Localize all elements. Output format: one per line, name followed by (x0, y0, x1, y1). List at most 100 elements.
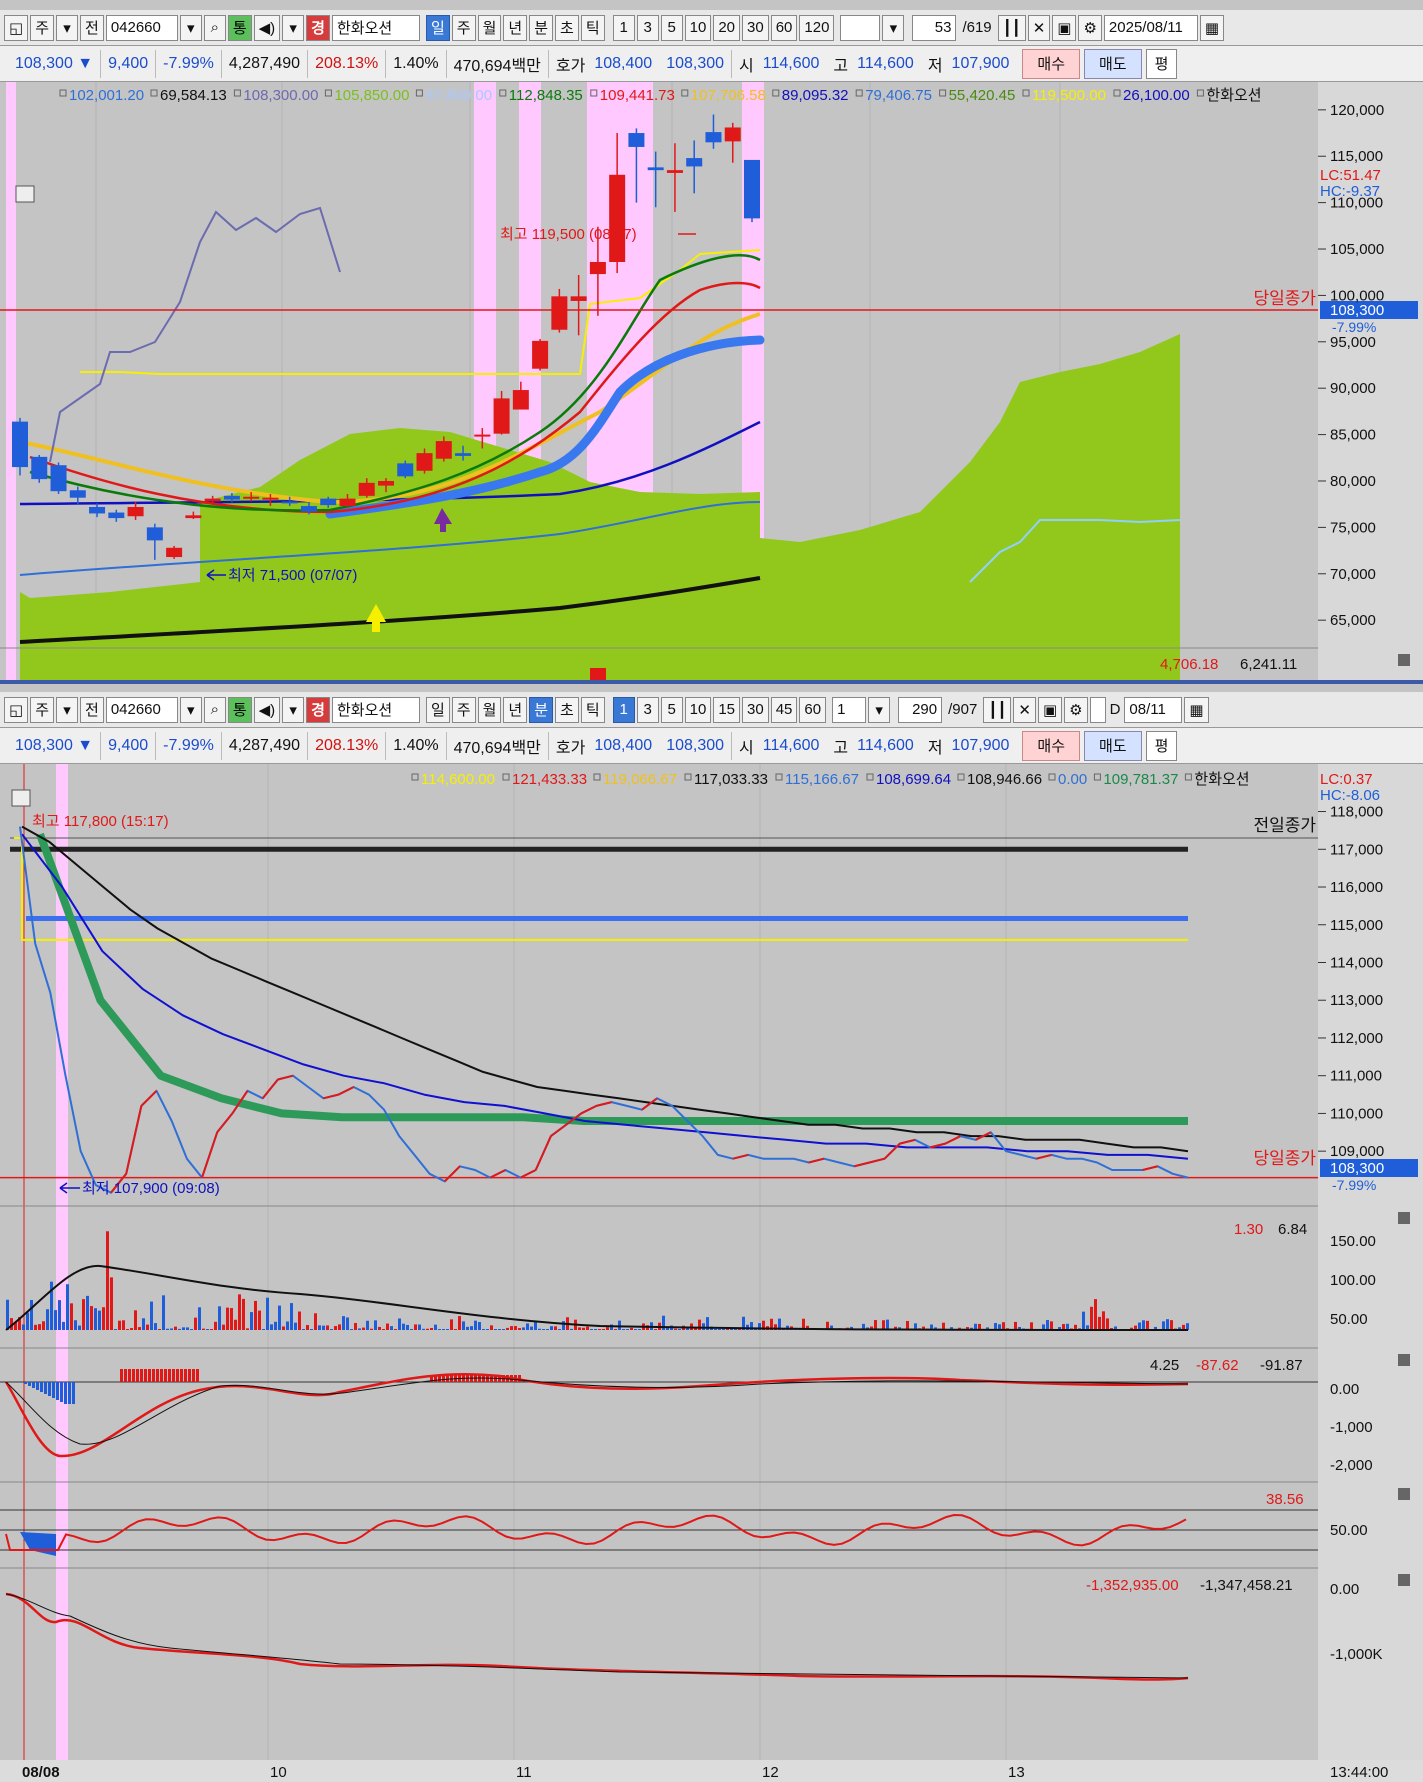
tab-interval-2[interactable]: 5 (660, 696, 683, 723)
minute-chart[interactable]: 114,600.00 121,433.33 119,066.67 117,033.33… (0, 764, 1423, 1782)
dropdown-chevron-icon[interactable]: ▾ (868, 696, 891, 723)
tab-interval-5[interactable]: 30 (742, 696, 769, 723)
volume-bar (190, 1329, 193, 1330)
volume-bar (54, 1310, 57, 1330)
gear-icon[interactable]: ⚙ (1064, 696, 1088, 723)
tab-interval-0[interactable]: 1 (612, 14, 635, 41)
tab-period-6[interactable]: 틱 (580, 696, 605, 723)
dropdown-chevron-icon[interactable]: ▾ (282, 14, 305, 41)
tab-interval-3[interactable]: 10 (684, 696, 712, 723)
dropdown-chevron-icon[interactable]: ▾ (282, 696, 305, 723)
tab-period-0[interactable]: 일 (425, 14, 450, 41)
crosshair-icon[interactable]: ✕ (1027, 14, 1051, 41)
mode-select[interactable]: 주 (30, 14, 54, 41)
collapse-icon[interactable] (1398, 1488, 1410, 1500)
window-icon[interactable]: ◱ (4, 696, 29, 723)
collapse-icon[interactable] (1398, 1574, 1410, 1586)
tab-period-2[interactable]: 월 (477, 696, 502, 723)
tab-interval-2[interactable]: 5 (660, 14, 683, 41)
tab-period-4[interactable]: 분 (529, 14, 554, 41)
calendar-icon[interactable]: ▦ (1184, 696, 1209, 723)
link-badge[interactable]: 통 (227, 696, 252, 723)
sell-button[interactable]: 매도 (1084, 730, 1142, 761)
mode-select[interactable]: 주 (30, 696, 54, 723)
tab-interval-7[interactable]: 60 (799, 696, 827, 723)
daily-candle-chart[interactable]: 당일종가 108,300 -7.99% 최고 119,500 (08/07) 최… (0, 82, 1423, 680)
stock-name-field[interactable]: 한화오션 (331, 696, 420, 723)
save-icon[interactable]: ▣ (1052, 14, 1077, 41)
date-input[interactable]: 2025/08/11 (1103, 14, 1198, 41)
save-icon[interactable]: ▣ (1037, 696, 1063, 723)
candle-type-icon[interactable]: ┃┃ (997, 14, 1026, 41)
tab-interval-4[interactable]: 15 (713, 696, 741, 723)
tab-interval-6[interactable]: 45 (770, 696, 798, 723)
tab-interval-4[interactable]: 20 (713, 14, 741, 41)
tab-period-3[interactable]: 년 (503, 14, 528, 41)
volume-bar (370, 1328, 373, 1330)
tab-period-1[interactable]: 주 (451, 14, 476, 41)
sell-button[interactable]: 매도 (1084, 48, 1142, 79)
dropdown-chevron-icon[interactable]: ▾ (56, 14, 78, 41)
tab-period-5[interactable]: 초 (555, 14, 579, 41)
grid-toggle-icon[interactable] (11, 789, 31, 807)
tab-interval-7[interactable]: 120 (799, 14, 835, 41)
buy-button[interactable]: 매수 (1022, 48, 1080, 79)
volume-bar (430, 1327, 433, 1330)
tab-period-4[interactable]: 분 (529, 696, 554, 723)
average-button[interactable]: 평 (1145, 48, 1178, 79)
tab-period-1[interactable]: 주 (451, 696, 476, 723)
daily-checkbox[interactable] (1089, 696, 1106, 723)
stock-code-input[interactable]: 042660 (105, 14, 178, 41)
open-label: 시 (739, 57, 754, 75)
date-input[interactable]: 08/11 (1124, 696, 1183, 723)
calendar-icon[interactable]: ▦ (1199, 14, 1225, 41)
search-icon[interactable]: ⌕ (203, 696, 226, 723)
indicator-legend: 114,600.00 121,433.33 119,066.67 117,033.33… (411, 771, 1250, 788)
volume-bar (558, 1329, 561, 1330)
tab-interval-5[interactable]: 30 (742, 14, 769, 41)
prev-button[interactable]: 전 (80, 14, 104, 41)
bar-count-input[interactable]: 290 (898, 696, 943, 723)
tab-interval-1[interactable]: 3 (636, 14, 659, 41)
tab-period-2[interactable]: 월 (477, 14, 502, 41)
bar-count-input[interactable]: 53 (912, 14, 957, 41)
unit-input[interactable]: 1 (832, 696, 867, 723)
grid-toggle-icon[interactable] (15, 185, 35, 203)
tab-interval-3[interactable]: 10 (684, 14, 712, 41)
candle-body (108, 512, 125, 519)
candle-body (570, 296, 587, 301)
dropdown-chevron-icon[interactable]: ▾ (882, 14, 905, 41)
buy-button[interactable]: 매수 (1022, 730, 1080, 761)
gear-icon[interactable]: ⚙ (1078, 14, 1102, 41)
volume-bar (250, 1312, 253, 1330)
average-button[interactable]: 평 (1145, 730, 1178, 761)
prev-button[interactable]: 전 (80, 696, 104, 723)
tab-interval-1[interactable]: 3 (636, 696, 659, 723)
tab-interval-0[interactable]: 1 (612, 696, 635, 723)
volume-bar (198, 1307, 201, 1330)
collapse-icon[interactable] (1398, 1212, 1410, 1224)
stock-name-field[interactable]: 한화오션 (331, 14, 420, 41)
speaker-icon[interactable]: ◀) (253, 14, 281, 41)
window-icon[interactable]: ◱ (4, 14, 29, 41)
tab-period-3[interactable]: 년 (503, 696, 528, 723)
link-badge[interactable]: 통 (227, 14, 252, 41)
stock-code-input[interactable]: 042660 (105, 696, 178, 723)
dropdown-chevron-icon[interactable]: ▾ (56, 696, 78, 723)
crosshair-icon[interactable]: ✕ (1013, 696, 1036, 723)
tab-period-0[interactable]: 일 (425, 696, 450, 723)
dropdown-chevron-icon[interactable]: ▾ (179, 696, 202, 723)
search-icon[interactable]: ⌕ (203, 14, 226, 41)
tab-period-5[interactable]: 초 (555, 696, 579, 723)
time-tick: 10 (270, 1764, 287, 1781)
candle-type-icon[interactable]: ┃┃ (983, 696, 1012, 723)
current-time: 13:44:00 (1330, 1764, 1388, 1781)
speaker-icon[interactable]: ◀) (253, 696, 281, 723)
legend-value: 119,066.67 (603, 771, 677, 788)
interval-custom-input[interactable] (840, 14, 881, 41)
tab-interval-6[interactable]: 60 (770, 14, 798, 41)
tab-period-6[interactable]: 틱 (580, 14, 605, 41)
collapse-icon[interactable] (1398, 1354, 1410, 1366)
collapse-icon[interactable] (1398, 654, 1410, 666)
dropdown-chevron-icon[interactable]: ▾ (179, 14, 202, 41)
